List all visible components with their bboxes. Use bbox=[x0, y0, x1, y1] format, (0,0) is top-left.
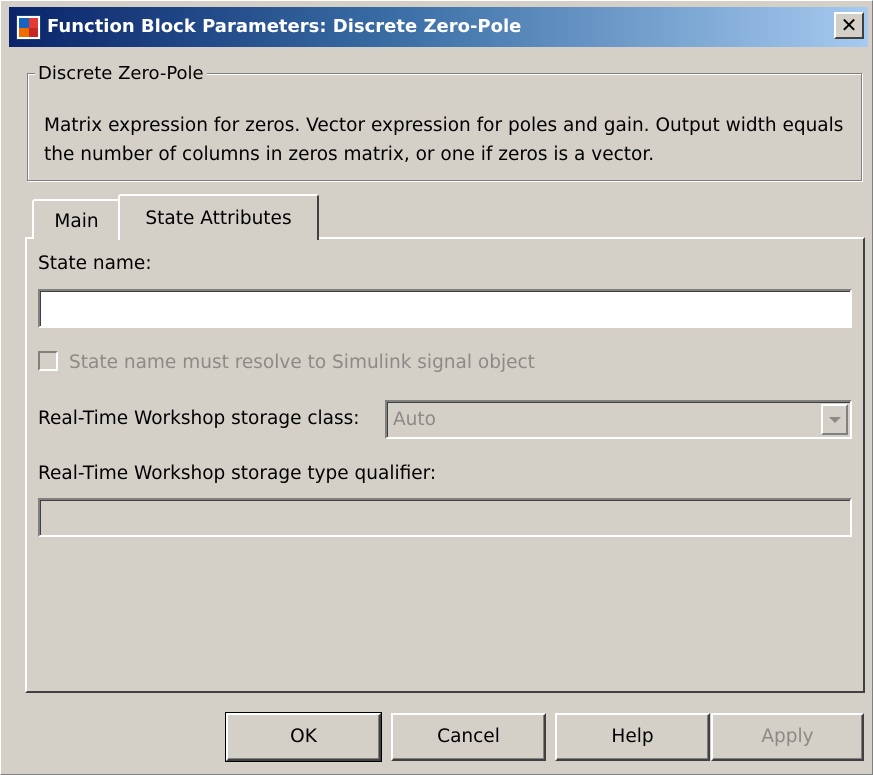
close-icon: ✕ bbox=[840, 13, 858, 37]
ok-button[interactable]: OK bbox=[225, 712, 382, 762]
storage-class-dropdown-button[interactable] bbox=[821, 404, 848, 435]
block-description: Matrix expression for zeros. Vector expr… bbox=[44, 115, 844, 165]
dialog-window: Function Block Parameters: Discrete Zero… bbox=[0, 0, 873, 775]
groupbox-title: Discrete Zero-Pole bbox=[35, 63, 207, 84]
close-button[interactable]: ✕ bbox=[834, 12, 864, 39]
tab-main[interactable]: Main bbox=[32, 199, 121, 239]
storage-class-select[interactable]: Auto bbox=[385, 400, 852, 439]
state-name-label: State name: bbox=[38, 253, 152, 274]
type-qualifier-label: Real-Time Workshop storage type qualifie… bbox=[38, 463, 437, 484]
tab-state-attributes[interactable]: State Attributes bbox=[118, 194, 319, 240]
simulink-app-icon bbox=[16, 15, 41, 40]
state-name-input[interactable] bbox=[38, 289, 852, 328]
cancel-button[interactable]: Cancel bbox=[391, 713, 546, 761]
resolve-signal-object-checkbox[interactable] bbox=[38, 351, 58, 371]
resolve-signal-object-label: State name must resolve to Simulink sign… bbox=[69, 352, 535, 373]
apply-button[interactable]: Apply bbox=[711, 713, 864, 761]
type-qualifier-input[interactable] bbox=[38, 498, 852, 537]
title-bar[interactable]: Function Block Parameters: Discrete Zero… bbox=[9, 7, 868, 47]
window-title: Function Block Parameters: Discrete Zero… bbox=[47, 16, 522, 37]
storage-class-value: Auto bbox=[393, 409, 436, 430]
storage-class-label: Real-Time Workshop storage class: bbox=[38, 408, 360, 429]
chevron-down-icon bbox=[829, 417, 841, 423]
help-button[interactable]: Help bbox=[555, 713, 710, 761]
